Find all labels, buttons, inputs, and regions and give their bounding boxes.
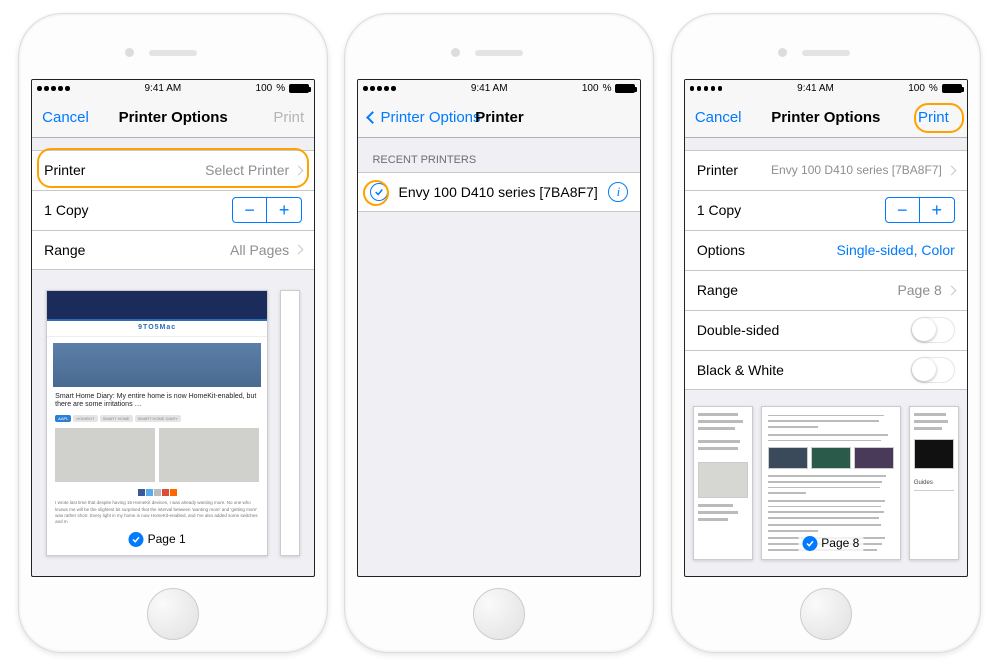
chevron-right-icon (946, 285, 956, 295)
copies-label: 1 Copy (44, 202, 88, 218)
nav-title: Printer Options (771, 109, 880, 126)
double-sided-toggle[interactable] (911, 317, 955, 343)
preview-page-1[interactable]: 9TO5Mac Smart Home Diary: My entire home… (46, 290, 268, 556)
home-button[interactable] (147, 588, 199, 640)
phone-camera (125, 48, 134, 57)
battery-indicator: 100% (256, 83, 310, 94)
copies-label: 1 Copy (697, 202, 741, 218)
home-button[interactable] (800, 588, 852, 640)
nav-bar: Printer Options Printer (358, 98, 640, 138)
range-row[interactable]: Range All Pages (32, 230, 314, 270)
bw-toggle[interactable] (911, 357, 955, 383)
phone-camera (778, 48, 787, 57)
signal-strength (690, 86, 723, 91)
preview-area[interactable]: Page 8 Guides (685, 390, 967, 576)
double-sided-row: Double-sided (685, 310, 967, 350)
home-button[interactable] (473, 588, 525, 640)
phone-2: 9:41 AM 100% Printer Options Printer REC… (344, 13, 654, 653)
chevron-right-icon (946, 165, 956, 175)
signal-strength (37, 86, 70, 91)
phone-1: 9:41 AM 100% Cancel Printer Options Prin… (18, 13, 328, 653)
double-sided-label: Double-sided (697, 322, 780, 338)
phone-speaker (149, 50, 197, 56)
phone-speaker (475, 50, 523, 56)
phone-speaker (802, 50, 850, 56)
printer-label: Printer (697, 162, 738, 178)
section-recent-printers: RECENT PRINTERS (358, 138, 640, 172)
status-bar: 9:41 AM 100% (685, 80, 967, 98)
preview-page-next[interactable] (280, 290, 300, 556)
copies-stepper[interactable]: − + (232, 197, 302, 223)
stepper-minus[interactable]: − (886, 198, 920, 222)
chevron-right-icon (294, 245, 304, 255)
screen-2: 9:41 AM 100% Printer Options Printer REC… (357, 79, 641, 577)
article-title: Smart Home Diary: My entire home is now … (55, 393, 259, 410)
preview-page-current[interactable]: Page 8 (761, 406, 901, 560)
chevron-right-icon (294, 165, 304, 175)
stepper-minus[interactable]: − (233, 198, 267, 222)
article-site: 9TO5Mac (47, 321, 267, 337)
printer-list-item[interactable]: Envy 100 D410 series [7BA8F7] i (358, 172, 640, 212)
range-label: Range (697, 282, 738, 298)
status-bar: 9:41 AM 100% (358, 80, 640, 98)
options-value: Single-sided, Color (837, 242, 955, 258)
range-value: Page 8 (897, 282, 954, 298)
nav-title: Printer (475, 109, 523, 126)
copies-stepper[interactable]: − + (885, 197, 955, 223)
page-badge: Page 1 (125, 531, 190, 549)
printer-value: Select Printer (205, 162, 302, 178)
preview-page-prev[interactable] (693, 406, 753, 560)
range-row[interactable]: Range Page 8 (685, 270, 967, 310)
screen-1: 9:41 AM 100% Cancel Printer Options Prin… (31, 79, 315, 577)
range-label: Range (44, 242, 85, 258)
preview-area[interactable]: 9TO5Mac Smart Home Diary: My entire home… (32, 270, 314, 576)
preview-page-next[interactable]: Guides (909, 406, 959, 560)
bw-row: Black & White (685, 350, 967, 390)
options-row[interactable]: Options Single-sided, Color (685, 230, 967, 270)
options-label: Options (697, 242, 745, 258)
status-time: 9:41 AM (471, 83, 508, 94)
battery-indicator: 100% (908, 83, 962, 94)
printer-row[interactable]: Printer Envy 100 D410 series [7BA8F7] (685, 150, 967, 190)
article-tags: AAPL HOMEKIT SMART HOME SMART HOME DIARY (55, 415, 259, 422)
phone-3: 9:41 AM 100% Cancel Printer Options Prin… (671, 13, 981, 653)
chevron-left-icon (367, 111, 380, 124)
check-icon (802, 536, 817, 551)
check-icon (129, 532, 144, 547)
print-button: Print (273, 109, 304, 126)
bw-label: Black & White (697, 362, 784, 378)
printer-row[interactable]: Printer Select Printer (32, 150, 314, 190)
phone-camera (451, 48, 460, 57)
status-time: 9:41 AM (797, 83, 834, 94)
copies-row: 1 Copy − + (685, 190, 967, 230)
page-badge: Page 8 (798, 535, 863, 553)
nav-bar: Cancel Printer Options Print (32, 98, 314, 138)
nav-bar: Cancel Printer Options Print (685, 98, 967, 138)
stepper-plus[interactable]: + (920, 198, 954, 222)
nav-title: Printer Options (119, 109, 228, 126)
printer-label: Printer (44, 162, 85, 178)
signal-strength (363, 86, 396, 91)
check-icon (370, 183, 388, 201)
battery-indicator: 100% (582, 83, 636, 94)
stepper-plus[interactable]: + (267, 198, 301, 222)
back-button[interactable]: Printer Options (368, 109, 480, 126)
printer-value: Envy 100 D410 series [7BA8F7] (771, 163, 955, 177)
print-button[interactable]: Print (910, 106, 957, 129)
copies-row: 1 Copy − + (32, 190, 314, 230)
cancel-button[interactable]: Cancel (695, 109, 742, 126)
info-button[interactable]: i (608, 182, 628, 202)
screen-3: 9:41 AM 100% Cancel Printer Options Prin… (684, 79, 968, 577)
cancel-button[interactable]: Cancel (42, 109, 89, 126)
range-value: All Pages (230, 242, 302, 258)
printer-name: Envy 100 D410 series [7BA8F7] (398, 184, 597, 200)
status-time: 9:41 AM (145, 83, 182, 94)
status-bar: 9:41 AM 100% (32, 80, 314, 98)
